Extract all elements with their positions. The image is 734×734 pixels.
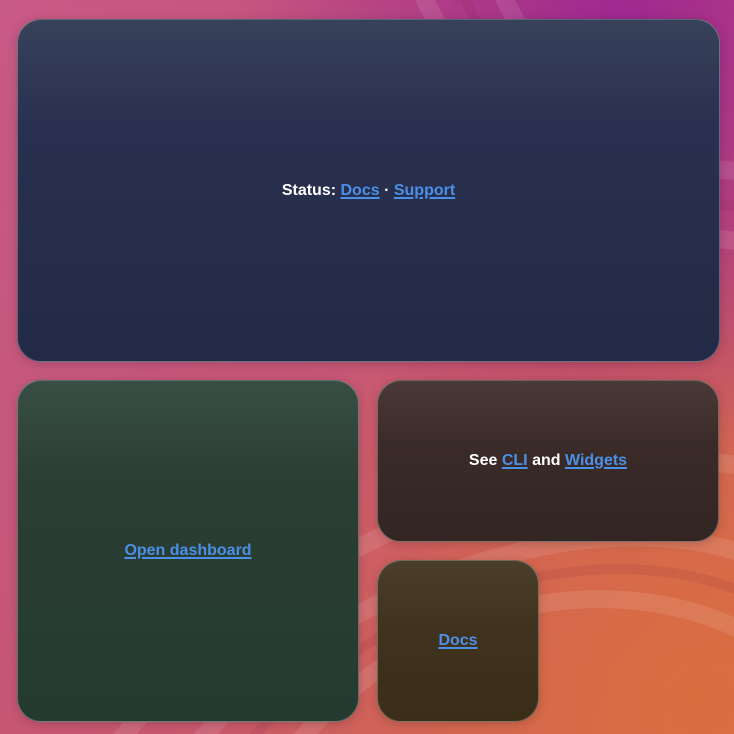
cli-link[interactable]: CLI (502, 452, 528, 469)
status-label: Status: (281, 181, 337, 199)
docs-card: Docs (377, 560, 539, 722)
dashboard-line: Open dashboard (124, 541, 251, 561)
docs-line: Docs (438, 631, 477, 651)
see-label: See (468, 452, 498, 469)
docs-link[interactable]: Docs (341, 182, 380, 199)
status-line: Status: Docs · Support (282, 181, 455, 201)
dashboard-card: Open dashboard (17, 380, 359, 722)
and-label: and (532, 452, 561, 469)
see-card: See CLI and Widgets (377, 380, 719, 542)
docs-card-link[interactable]: Docs (438, 632, 477, 649)
status-card: Status: Docs · Support (17, 19, 720, 362)
open-dashboard-link[interactable]: Open dashboard (124, 542, 251, 559)
see-line: See CLI and Widgets (469, 451, 627, 471)
widgets-link[interactable]: Widgets (565, 452, 627, 469)
support-link[interactable]: Support (394, 182, 455, 199)
status-separator: · (384, 181, 390, 199)
